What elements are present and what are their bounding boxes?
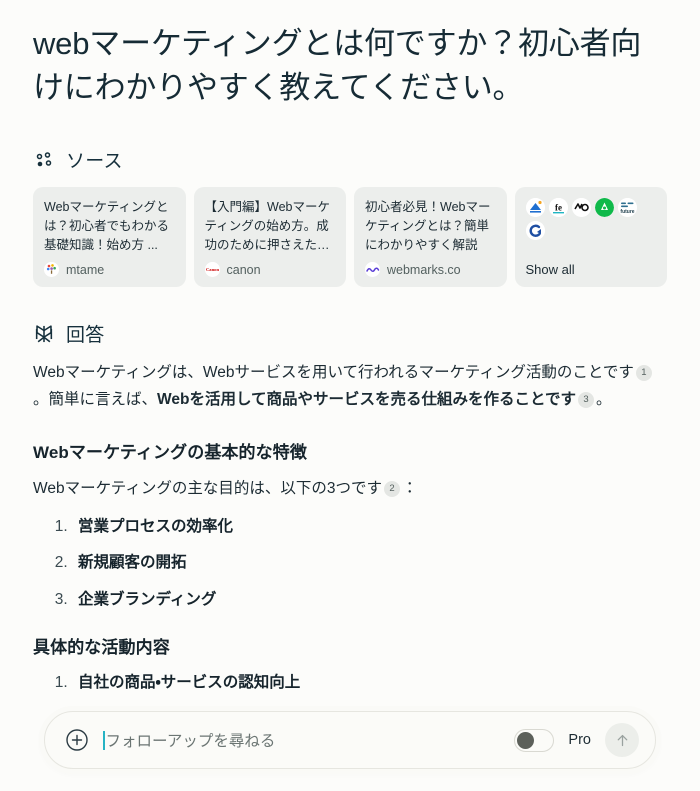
cloud-favicon: future bbox=[617, 198, 637, 218]
e-blue-favicon bbox=[525, 221, 545, 241]
list-intro: Webマーケティングの主な目的は、以下の3つです 2： bbox=[0, 477, 700, 502]
followup-placeholder: フォローアップを尋ねる bbox=[105, 733, 276, 750]
source-site-name: mtame bbox=[66, 262, 105, 277]
source-footer: webmarks.co bbox=[365, 262, 496, 278]
paragraph-middle: 。簡単に言えば、 bbox=[33, 390, 158, 408]
list-intro-tail: ： bbox=[401, 480, 418, 498]
list-item: 営業プロセスの効率化 bbox=[72, 515, 700, 538]
show-all-favicon-stack: fe future bbox=[525, 198, 657, 241]
composer-container: フォローアップを尋ねる Pro bbox=[0, 711, 700, 769]
paragraph-tail: 。 bbox=[596, 390, 612, 408]
paragraph-bold: Webを活用して商品やサービスを売る仕組みを作ることです bbox=[157, 390, 577, 408]
show-all-label: Show all bbox=[525, 262, 575, 278]
source-card[interactable]: Webマーケティングとは？初心者でもわかる基礎知識！始め方 ... mtame bbox=[33, 187, 186, 288]
list-item-text: 営業プロセスの効率化 bbox=[78, 518, 234, 536]
sources-label: ソース bbox=[66, 151, 123, 173]
canon-favicon: Canon bbox=[204, 262, 220, 278]
toggle-knob bbox=[517, 731, 535, 749]
citation-badge[interactable]: 3 bbox=[578, 391, 595, 408]
sources-card-row: Webマーケティングとは？初心者でもわかる基礎知識！始め方 ... mtame bbox=[0, 187, 700, 288]
svg-text:Canon: Canon bbox=[205, 267, 218, 272]
submit-button[interactable] bbox=[605, 723, 639, 757]
green-circle-favicon bbox=[594, 198, 614, 218]
followup-composer[interactable]: フォローアップを尋ねる Pro bbox=[44, 711, 656, 769]
list-item-text: 企業ブランディング bbox=[78, 590, 217, 608]
list-item: 新規顧客の開拓 bbox=[72, 551, 700, 574]
mtame-favicon bbox=[44, 262, 59, 278]
clipped-list: 自社の商品・サービスの認知向上 bbox=[0, 671, 700, 694]
fe-favicon: fe bbox=[548, 198, 568, 218]
paragraph-lead: Webマーケティングは、Webサービスを用いて行われるマーケティング活動のことで… bbox=[33, 364, 634, 382]
source-site-name: webmarks.co bbox=[387, 262, 461, 277]
list-item: 自社の商品・サービスの認知向上 bbox=[72, 671, 700, 694]
answer-paragraph: Webマーケティングは、Webサービスを用いて行われるマーケティング活動のことで… bbox=[0, 360, 700, 413]
citation-badge[interactable]: 2 bbox=[383, 481, 400, 498]
answer-subheading: Webマーケティングの基本的な特徴 bbox=[33, 443, 307, 463]
answer-section-header: 回答 bbox=[0, 320, 700, 347]
svg-text:fe: fe bbox=[555, 203, 562, 213]
show-all-sources-card[interactable]: fe future Show all bbox=[514, 187, 667, 288]
pro-label: Pro bbox=[568, 732, 591, 748]
archive-blue-favicon bbox=[525, 198, 545, 218]
mo-favicon bbox=[571, 198, 591, 218]
list-intro-text: Webマーケティングの主な目的は、以下の3つです bbox=[33, 480, 382, 498]
sources-dots-icon bbox=[33, 149, 55, 171]
citation-badge[interactable]: 1 bbox=[635, 365, 652, 382]
source-title: Webマーケティングとは？初心者でもわかる基礎知識！始め方 ... bbox=[44, 200, 170, 253]
text-cursor bbox=[103, 730, 105, 750]
source-card[interactable]: 【入門編】Webマーケティングの始め方。成功のために押さえたい ... Cano… bbox=[193, 187, 346, 288]
list-item: 企業ブランディング bbox=[72, 588, 700, 611]
svg-text:future: future bbox=[620, 209, 634, 215]
answer-label: 回答 bbox=[66, 325, 105, 347]
list-item-text: 新規顧客の開拓 bbox=[78, 554, 187, 572]
list-item-text: 自社の商品・サービスの認知向上 bbox=[78, 673, 301, 691]
source-footer: Canon canon bbox=[204, 262, 336, 278]
purpose-list: 営業プロセスの効率化 新規顧客の開拓 企業ブランディング bbox=[0, 515, 700, 611]
sources-section-header: ソース bbox=[0, 146, 700, 173]
page-title: webマーケティングとは何ですか？初心者向けにわかりやすく教えてください。 bbox=[33, 26, 642, 106]
next-section-heading: 具体的な活動内容 bbox=[33, 637, 170, 657]
source-card[interactable]: 初心者必見！Webマーケティングとは？簡単にわかりやすく解説 webmarks.… bbox=[354, 187, 507, 288]
source-title: 【入門編】Webマーケティングの始め方。成功のために押さえたい ... bbox=[204, 200, 330, 253]
webmarks-favicon bbox=[365, 262, 380, 278]
pro-mode-toggle[interactable] bbox=[514, 728, 555, 752]
followup-input[interactable]: フォローアップを尋ねる bbox=[103, 729, 500, 751]
answer-page: webマーケティングとは何ですか？初心者向けにわかりやすく教えてください。 ソー… bbox=[0, 0, 700, 791]
source-footer: mtame bbox=[44, 262, 175, 278]
source-title: 初心者必見！Webマーケティングとは？簡単にわかりやすく解説 bbox=[365, 200, 491, 253]
source-site-name: canon bbox=[226, 262, 261, 277]
plus-circle-icon[interactable] bbox=[65, 728, 89, 752]
perplexity-logo-icon bbox=[33, 323, 55, 345]
